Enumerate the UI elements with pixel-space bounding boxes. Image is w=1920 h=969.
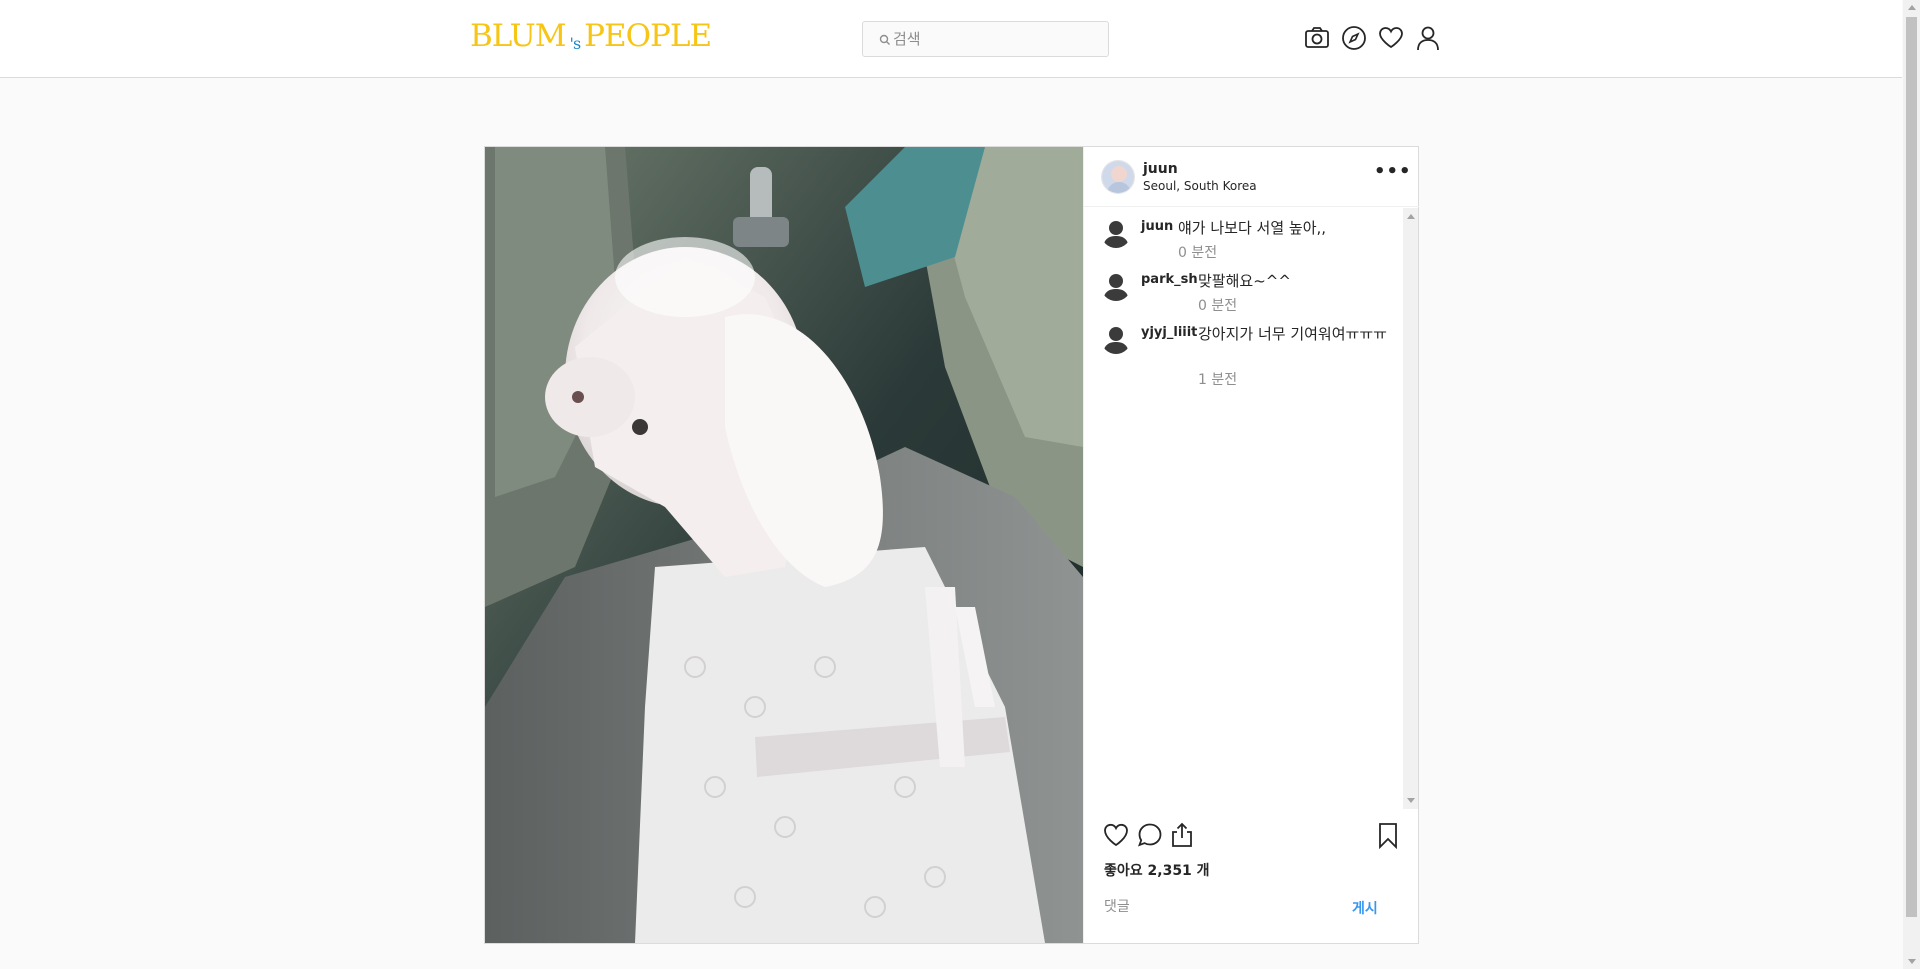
camera-icon[interactable] (1303, 23, 1331, 53)
post-location[interactable]: Seoul, South Korea (1143, 179, 1257, 193)
search-box[interactable] (862, 21, 1109, 57)
comment-username[interactable]: park_sh (1141, 272, 1198, 287)
commenter-avatar[interactable] (1101, 271, 1131, 301)
top-nav-bar: BLUM's PEOPLE (0, 0, 1902, 78)
post-actions: 좋아요 2,351 개 게시 (1084, 809, 1419, 943)
page-scrollbar[interactable] (1903, 0, 1920, 969)
more-options-icon[interactable]: ••• (1374, 161, 1412, 182)
commenter-avatar[interactable] (1101, 218, 1131, 248)
logo-text-left: BLUM (470, 18, 567, 54)
dog-photo-image (485, 147, 1083, 943)
comment-scrollbar[interactable] (1403, 208, 1418, 809)
compass-icon[interactable] (1340, 23, 1368, 53)
page-scroll-down-icon[interactable] (1908, 959, 1916, 964)
post-comment-button[interactable]: 게시 (1352, 898, 1378, 918)
post-card: juun Seoul, South Korea ••• juun 얘가 나보다 … (484, 146, 1419, 944)
scroll-up-arrow-icon[interactable] (1407, 214, 1415, 219)
nav-icon-group (1303, 23, 1442, 53)
comment-username[interactable]: yjyj_liiit (1141, 325, 1197, 340)
author-avatar[interactable] (1101, 160, 1135, 194)
logo-text-right: PEOPLE (584, 18, 712, 54)
post-photo[interactable] (485, 147, 1083, 943)
like-heart-icon[interactable] (1102, 821, 1130, 849)
search-icon (879, 34, 890, 45)
comment-username[interactable]: juun (1141, 219, 1173, 234)
comment-text: 얘가 나보다 서열 높아,, (1178, 219, 1327, 237)
comment-time: 0 분전 (1198, 298, 1238, 314)
logo-text-mid: 's (569, 34, 582, 53)
comment-time: 0 분전 (1178, 245, 1218, 261)
like-count[interactable]: 좋아요 2,351 개 (1104, 860, 1210, 880)
search-input[interactable] (893, 26, 1093, 52)
commenter-avatar[interactable] (1101, 324, 1131, 354)
comment-time: 1 분전 (1198, 372, 1238, 388)
post-header: juun Seoul, South Korea ••• (1084, 147, 1419, 207)
comment-text: 강아지가 너무 기여워여ㅠㅠㅠ (1198, 325, 1387, 343)
app-logo[interactable]: BLUM's PEOPLE (470, 18, 712, 54)
comment-input[interactable] (1104, 895, 1324, 919)
page-scroll-up-icon[interactable] (1908, 5, 1916, 10)
bookmark-icon[interactable] (1374, 821, 1402, 849)
author-username[interactable]: juun (1143, 161, 1178, 177)
comment-text: 맞팔해요~^^ (1198, 272, 1291, 290)
share-icon[interactable] (1168, 821, 1196, 849)
page-scroll-thumb[interactable] (1906, 17, 1917, 917)
scroll-down-arrow-icon[interactable] (1407, 798, 1415, 803)
heart-icon[interactable] (1377, 23, 1405, 53)
comment-list: juun 얘가 나보다 서열 높아,, 0 분전 park_sh 맞팔해요~^^… (1084, 208, 1403, 808)
user-icon[interactable] (1414, 23, 1442, 53)
post-side-panel: juun Seoul, South Korea ••• juun 얘가 나보다 … (1083, 147, 1419, 943)
comment-bubble-icon[interactable] (1136, 821, 1164, 849)
